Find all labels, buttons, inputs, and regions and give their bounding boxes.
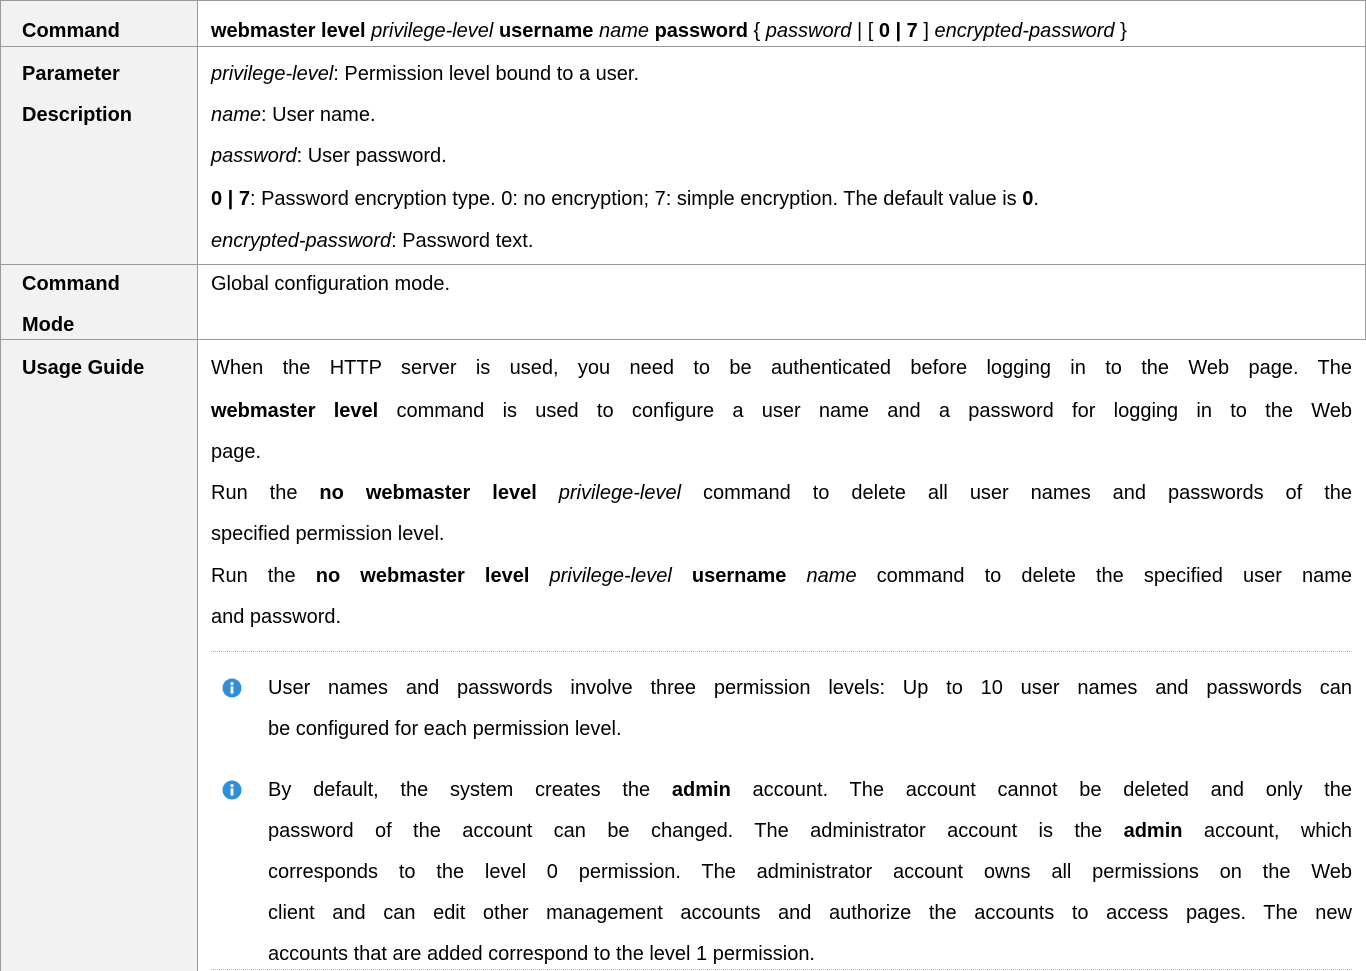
note-keyword: admin [671,779,731,801]
syntax-keyword: 0 | 7 [878,20,918,42]
note-2-line: client and can edit other management acc… [268,902,1352,924]
note-divider [211,969,1352,970]
usage-argument: privilege-level [558,482,682,504]
note-2-line: By default, the system creates the admin… [268,774,1352,806]
syntax-keyword: password [654,20,748,42]
usage-argument: privilege-level [549,565,672,587]
usage-text: Run the [211,565,316,587]
syntax-argument: name [599,20,650,42]
usage-keyword: webmaster level [211,400,379,422]
syntax-brace: { [753,20,761,42]
command-reference-table: Command Parameter Description Command Mo… [0,0,1366,971]
usage-line: page. [211,441,262,463]
param-default: 0 [1022,188,1034,210]
usage-text: Run the [211,482,320,504]
note-1-line: User names and passwords involve three p… [268,677,1352,699]
param-desc: : User name. [261,104,376,126]
usage-text: command to delete all user names and pas… [681,482,1353,504]
note-text: By default, the system creates the [268,779,672,801]
param-desc: : Permission level bound to a user. [333,63,640,85]
syntax-bracket: ] [923,20,929,42]
note-keyword: admin [1123,820,1183,842]
usage-keyword: no webmaster level [319,482,537,504]
usage-keyword: no webmaster level [315,565,530,587]
row-label-command: Command [22,20,120,42]
note-divider [211,651,1352,652]
row-label-parameter: Parameter [22,63,120,85]
column-border [197,0,198,971]
info-icon [222,678,242,698]
usage-line: webmaster level command is used to confi… [211,395,1352,427]
note-text: account, which [1182,820,1352,842]
usage-line: specified permission level. [211,523,445,545]
row-label-description: Description [22,104,133,126]
syntax-keyword: username [498,20,594,42]
param-password: password: User password. [211,140,447,172]
row-label-usage-guide: Usage Guide [22,357,145,379]
column-border [0,0,1,971]
row-border [0,0,1366,1]
info-icon [222,780,242,800]
note-text: password of the account can be changed. … [268,820,1124,842]
syntax-argument: password [765,20,852,42]
param-name: encrypted-password [211,230,392,252]
param-encrypted-password: encrypted-password: Password text. [211,225,533,257]
usage-line: Run the no webmaster level privilege-lev… [211,560,1352,592]
note-2-line: password of the account can be changed. … [268,815,1352,847]
param-name: password [211,145,297,167]
note-1-line: be configured for each permission level. [268,718,622,740]
command-mode-text: Global configuration mode. [211,273,451,295]
param-desc: : User password. [296,145,447,167]
param-name: 0 | 7 [211,188,250,210]
note-2-line: corresponds to the level 0 permission. T… [268,861,1352,883]
param-desc: : Password encryption type. 0: no encryp… [249,188,1023,210]
usage-text: command to delete the specified user nam… [856,565,1353,587]
row-label-mode: Mode [22,314,75,336]
usage-line: When the HTTP server is used, you need t… [211,357,1352,379]
syntax-brace: } [1120,20,1127,42]
row-border [0,264,1366,265]
note-2-line: accounts that are added correspond to th… [268,943,815,965]
param-desc: : Password text. [391,230,534,252]
usage-keyword: username [691,565,787,587]
param-name: name [211,104,262,126]
row-label-command-mode: Command [22,273,120,295]
label-cell-usage [0,340,197,971]
usage-text: command is used to configure a user name… [378,400,1352,422]
param-encryption-type: 0 | 7: Password encryption type. 0: no e… [211,183,1039,215]
row-border [0,339,1366,340]
param-name-item: name: User name. [211,99,376,131]
syntax-separator: | [ [856,20,874,42]
note-text: account. The account cannot be deleted a… [730,779,1352,801]
command-syntax: webmaster level privilege-level username… [211,15,1127,47]
param-name: privilege-level [211,63,334,85]
syntax-argument: encrypted-password [934,20,1115,42]
usage-argument: name [806,565,857,587]
param-desc-end: . [1033,188,1039,210]
usage-line: and password. [211,606,342,628]
usage-line: Run the no webmaster level privilege-lev… [211,477,1352,509]
syntax-argument: privilege-level [371,20,494,42]
param-privilege-level: privilege-level: Permission level bound … [211,58,639,90]
syntax-keyword: webmaster level [211,20,366,42]
